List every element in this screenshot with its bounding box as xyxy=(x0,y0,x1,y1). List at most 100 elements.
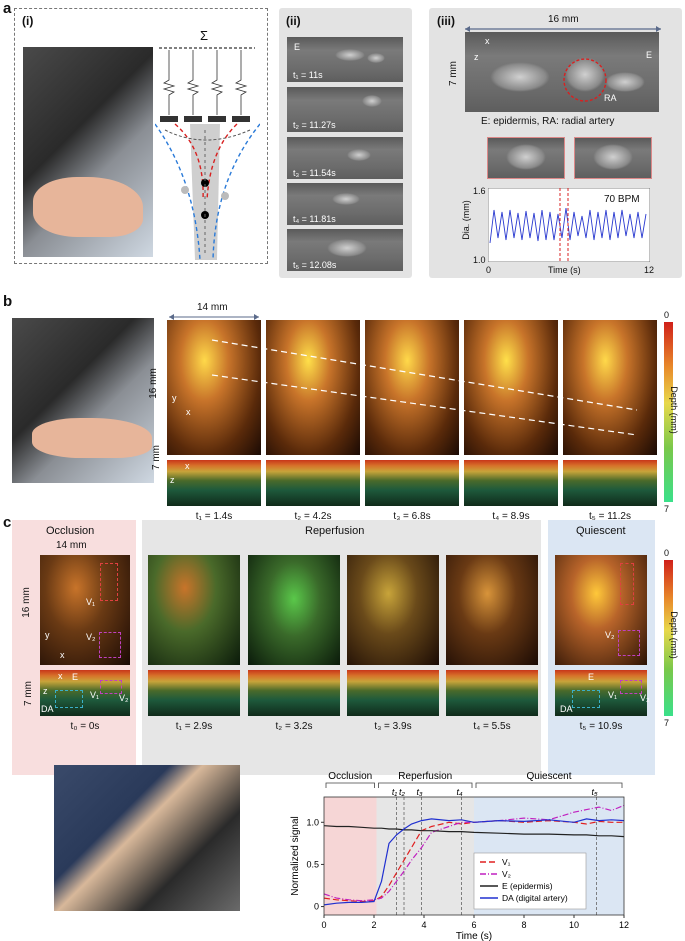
phase-bracket-2 xyxy=(475,782,623,788)
setup-photo-b xyxy=(12,318,154,483)
y-tick-label-0: 0 xyxy=(314,902,319,912)
b-height-label: 16 mm xyxy=(147,368,159,399)
dia-xtick-right: 12 xyxy=(644,265,655,275)
phase-label-2: Quiescent xyxy=(526,771,571,782)
c-frame-4-side xyxy=(446,670,538,716)
iii-ra-label: RA xyxy=(604,93,617,103)
phase-label-1: Reperfusion xyxy=(398,771,452,782)
c-caption-3: t₃ = 3.9s xyxy=(374,721,412,732)
legend-label-3: DA (digital artery) xyxy=(502,893,568,903)
legend-label-1: V₂ xyxy=(502,869,511,879)
cuff-photo xyxy=(54,765,240,911)
phase-band-1 xyxy=(376,797,474,915)
c-frame-3-top xyxy=(347,555,439,665)
c-side-e-label: E xyxy=(72,672,79,682)
c-width-label: 14 mm xyxy=(56,540,87,551)
c-depth-max: 7 xyxy=(664,718,670,728)
us-blob xyxy=(506,144,546,170)
dia-xlabel: Time (s) xyxy=(548,265,581,275)
c-q-e-label: E xyxy=(588,672,595,682)
x-tick-label-1: 2 xyxy=(371,920,376,930)
c-caption-1: t₁ = 2.9s xyxy=(175,721,213,732)
phase-band-0 xyxy=(324,797,377,915)
dia-ytick-top: 1.6 xyxy=(473,186,486,196)
us-blob xyxy=(593,144,633,170)
x-tick-label-4: 8 xyxy=(521,920,526,930)
x-tick-label-0: 0 xyxy=(321,920,326,930)
c-v2-box xyxy=(99,632,121,658)
us-blob xyxy=(490,62,550,92)
c-v2-label: V₂ xyxy=(86,632,96,642)
y-tick-label-2: 1.0 xyxy=(306,817,319,827)
b-depth-min: 0 xyxy=(664,310,670,320)
panel-a-i-label: (i) xyxy=(22,14,34,28)
transducer-diagram xyxy=(155,47,260,260)
c-frame-2-top xyxy=(248,555,340,665)
c-q-v2-label: V₂ xyxy=(605,630,615,640)
y-axis-label: Normalized signal xyxy=(290,816,301,895)
c-side-v1-label: V₁ xyxy=(90,690,100,700)
us-blob xyxy=(335,49,365,61)
c-side-v2-label: V₂ xyxy=(119,693,129,703)
us-blob xyxy=(605,72,645,92)
dia-ylabel: Dia. (mm) xyxy=(460,200,471,240)
c-frame-1-side xyxy=(148,670,240,716)
dia-ytick-bottom: 1.0 xyxy=(473,255,486,265)
iii-axis-x: x xyxy=(485,36,490,46)
time-marker-label-4: t₅ xyxy=(591,787,598,797)
c-caption-0: t₀ = 0s xyxy=(70,721,100,732)
panel-letter-a: a xyxy=(3,0,12,17)
ii-frame-5-label: t₅ = 12.08s xyxy=(293,260,337,270)
c-side-axis-z: z xyxy=(43,686,48,696)
iii-legend: E: epidermis, RA: radial artery xyxy=(481,116,615,127)
phase-bracket-0 xyxy=(325,782,375,788)
c-q-v2-box xyxy=(618,630,640,656)
b-frame-5-side xyxy=(563,460,657,506)
c-reperfusion-title: Reperfusion xyxy=(305,525,365,537)
setup-photo-a xyxy=(23,47,153,257)
b-side-axis-z: z xyxy=(170,475,175,485)
iii-zoom-1 xyxy=(487,137,565,179)
c-q-side-v2-label: V₂ xyxy=(640,693,650,703)
b-depth-max: 7 xyxy=(664,504,670,514)
c-axis-x: x xyxy=(60,650,65,660)
iii-e-label: E xyxy=(646,50,653,60)
us-blob xyxy=(362,95,382,107)
hand-image xyxy=(33,177,143,237)
c-da-box xyxy=(55,690,83,708)
ii-e-label: E xyxy=(294,42,301,52)
c-quiescent-title: Quiescent xyxy=(576,525,626,537)
panel-a-ii-label: (ii) xyxy=(286,14,301,28)
c-v1-box xyxy=(100,563,118,601)
us-blob xyxy=(347,149,371,161)
x-tick-label-2: 4 xyxy=(421,920,426,930)
b-tracking-lines xyxy=(211,339,638,436)
phase-label-0: Occlusion xyxy=(328,771,372,782)
b-axis-x: x xyxy=(186,407,191,417)
c-caption-5: t₅ = 10.9s xyxy=(579,721,623,732)
time-marker-label-1: t₂ xyxy=(399,787,406,797)
c-caption-2: t₂ = 3.2s xyxy=(275,721,313,732)
hand-image xyxy=(32,418,152,458)
c-frame-2-side xyxy=(248,670,340,716)
c-q-da-label: DA xyxy=(560,704,573,714)
c-side-axis-x: x xyxy=(58,671,63,681)
signal-chart: Occlusion Reperfusion Quiescent t₁ t₂ t₃ t₄ t₅… xyxy=(290,771,629,941)
c-frame-3-side xyxy=(347,670,439,716)
b-frame-2-side xyxy=(266,460,360,506)
time-marker-label-2: t₃ xyxy=(416,787,423,797)
x-tick-label-3: 6 xyxy=(471,920,476,930)
ii-frame-1-label: t₁ = 11s xyxy=(293,70,323,80)
us-blob xyxy=(332,193,360,205)
c-v1-label: V₁ xyxy=(86,597,96,607)
iii-width-label: 16 mm xyxy=(548,14,579,25)
ra-circle xyxy=(563,58,607,102)
c-frame-1-top xyxy=(148,555,240,665)
c-depth-label: Depth (mm) xyxy=(668,611,679,659)
c-caption-4: t₄ = 5.5s xyxy=(473,721,511,732)
c-height-label: 16 mm xyxy=(20,587,32,618)
iii-axis-z: z xyxy=(474,52,479,62)
ii-frame-4-label: t₄ = 11.81s xyxy=(293,214,336,224)
c-q-side-v2-box xyxy=(620,680,642,694)
time-marker-label-3: t₄ xyxy=(456,787,463,797)
